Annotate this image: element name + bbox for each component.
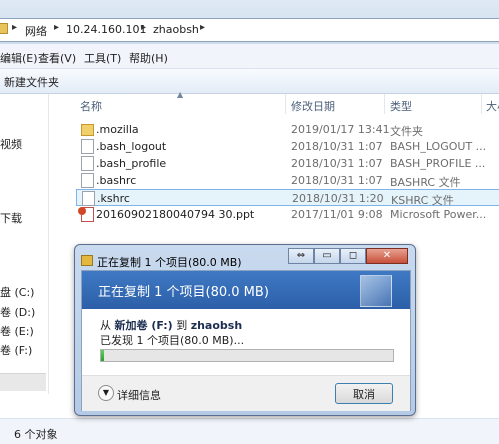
file-date: 2018/10/31 1:20 (292, 192, 384, 205)
table-row[interactable]: .bash_profile 2018/10/31 1:07 BASH_PROFI… (76, 155, 499, 172)
copy-source-line: 从 新加卷 (F:) 到 zhaobsh (100, 317, 242, 333)
menu-view[interactable]: 查看(V) (38, 50, 76, 66)
chevron-right-icon: ▸ (54, 22, 60, 33)
address-box[interactable]: ▸ 网络 ▸ 10.24.160.101 ▸ zhaobsh ▸ (0, 18, 499, 42)
file-date: 2017/11/01 9:08 (291, 208, 383, 221)
chevron-right-icon: ▸ (12, 22, 18, 33)
file-type: BASHRC 文件 (390, 176, 461, 189)
status-bar: 6 个对象 (0, 418, 499, 444)
nav-item-drive-e[interactable]: 卷 (E:) (0, 323, 34, 339)
dialog-header-band: 正在复制 1 个项目(80.0 MB) (82, 271, 410, 309)
column-header-type[interactable]: 类型 (390, 98, 412, 114)
destination-folder[interactable]: zhaobsh (191, 319, 242, 332)
maximize-button[interactable]: ◻ (340, 248, 366, 264)
nav-horizontal-scrollbar[interactable] (0, 373, 46, 391)
file-name: 20160902180040794 30.ppt (96, 208, 255, 221)
new-folder-button[interactable]: 新建文件夹 (4, 74, 59, 90)
column-divider[interactable] (285, 94, 286, 114)
file-icon (81, 156, 94, 171)
nav-item-downloads[interactable]: 下载 (0, 210, 22, 226)
progress-fill (101, 350, 104, 361)
menu-help[interactable]: 帮助(H) (129, 50, 168, 66)
column-header-size[interactable]: 大小 (486, 98, 499, 114)
file-icon (81, 139, 94, 154)
copy-progress-dialog: 正在复制 1 个项目(80.0 MB) ⇔ ▭ ◻ ✕ 正在复制 1 个项目(8… (74, 244, 416, 416)
file-date: 2018/10/31 1:07 (291, 174, 383, 187)
crumb-host[interactable]: 10.24.160.101 (66, 23, 146, 36)
file-type: BASH_PROFILE ... (390, 157, 486, 170)
file-name: .bash_profile (96, 157, 167, 170)
file-name: .bashrc (96, 174, 137, 187)
column-header-name[interactable]: 名称 (80, 98, 102, 114)
nav-item-drive-c[interactable]: 盘 (C:) (0, 284, 34, 300)
column-header-date[interactable]: 修改日期 (291, 98, 335, 114)
navigation-pane: 视频 下载 盘 (C:) 卷 (D:) 卷 (E:) 卷 (F:) (0, 94, 49, 394)
file-type: Microsoft Power... (390, 208, 487, 221)
minimize-button[interactable]: ⇔ (288, 248, 314, 264)
crumb-folder[interactable]: zhaobsh (153, 23, 199, 36)
more-details-toggle[interactable]: 详细信息 (117, 387, 161, 403)
nav-item-videos[interactable]: 视频 (0, 136, 22, 152)
sort-ascending-icon: ▲ (177, 90, 184, 99)
dialog-footer: ▼ 详细信息 取消 (82, 375, 410, 411)
file-name: .mozilla (96, 123, 139, 136)
nav-item-drive-d[interactable]: 卷 (D:) (0, 304, 35, 320)
table-row-selected[interactable]: .kshrc 2018/10/31 1:20 KSHRC 文件 (76, 189, 499, 207)
chevron-down-icon[interactable]: ▼ (98, 385, 114, 401)
from-label: 从 (100, 319, 111, 332)
menu-bar: 编辑(E) 查看(V) 工具(T) 帮助(H) (0, 44, 499, 69)
file-icon (82, 191, 95, 206)
table-row[interactable]: .bashrc 2018/10/31 1:07 BASHRC 文件 (76, 172, 499, 189)
cancel-button[interactable]: 取消 (335, 383, 393, 404)
file-type: 文件夹 (390, 125, 423, 138)
dialog-title: 正在复制 1 个项目(80.0 MB) (97, 256, 242, 269)
dialog-body: 正在复制 1 个项目(80.0 MB) 从 新加卷 (F:) 到 zhaobsh… (81, 270, 411, 411)
file-name: .kshrc (97, 192, 130, 205)
file-name: .bash_logout (96, 140, 167, 153)
copy-animation-icon (360, 275, 392, 307)
ppt-icon-mark (78, 207, 86, 215)
table-row[interactable]: .mozilla 2019/01/17 13:41 文件夹 (76, 121, 499, 138)
crumb-network[interactable]: 网络 (25, 23, 47, 39)
object-count: 6 个对象 (14, 428, 58, 441)
chevron-right-icon: ▸ (200, 22, 206, 33)
column-divider[interactable] (384, 94, 385, 114)
chevron-right-icon: ▸ (141, 22, 147, 33)
file-type: BASH_LOGOUT ... (390, 140, 487, 153)
table-row[interactable]: .bash_logout 2018/10/31 1:07 BASH_LOGOUT… (76, 138, 499, 155)
table-row[interactable]: 20160902180040794 30.ppt 2017/11/01 9:08… (76, 206, 499, 223)
folder-icon (0, 23, 8, 34)
toolbar: 新建文件夹 (0, 69, 499, 94)
column-divider[interactable] (481, 94, 482, 114)
nav-item-drive-f[interactable]: 卷 (F:) (0, 342, 32, 358)
file-date: 2018/10/31 1:07 (291, 157, 383, 170)
dialog-heading: 正在复制 1 个项目(80.0 MB) (98, 285, 269, 300)
source-drive[interactable]: 新加卷 (F:) (115, 319, 173, 332)
copy-progress-bar (100, 349, 394, 362)
folder-icon (81, 124, 94, 136)
close-button[interactable]: ✕ (366, 248, 408, 264)
menu-edit[interactable]: 编辑(E) (0, 50, 38, 66)
restore-button[interactable]: ▭ (314, 248, 340, 264)
menu-tools[interactable]: 工具(T) (84, 50, 121, 66)
file-date: 2018/10/31 1:07 (291, 140, 383, 153)
copy-icon (81, 255, 93, 266)
discovered-items-text: 已发现 1 个项目(80.0 MB)... (100, 334, 245, 347)
file-icon (81, 173, 94, 188)
to-label: 到 (176, 319, 188, 332)
file-date: 2019/01/17 13:41 (291, 123, 390, 136)
